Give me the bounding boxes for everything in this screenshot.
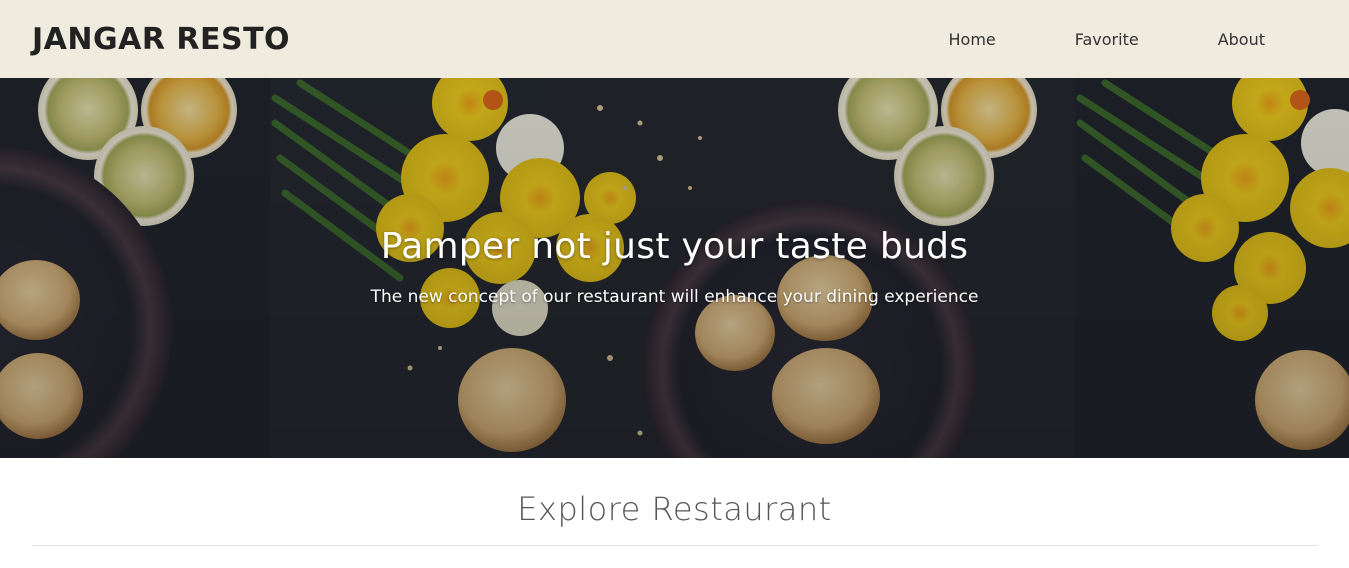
nav-home-link[interactable]: Home <box>949 30 996 49</box>
main-nav: Home Favorite About <box>949 0 1266 78</box>
explore-title: Explore Restaurant <box>517 490 832 528</box>
hero-title: Pamper not just your taste buds <box>380 226 969 267</box>
brand-logo[interactable]: JANGAR RESTO <box>32 22 290 57</box>
nav-about-link[interactable]: About <box>1218 30 1265 49</box>
app-bar: JANGAR RESTO Home Favorite About <box>0 0 1349 78</box>
section-divider <box>32 545 1318 546</box>
hero-subtitle: The new concept of our restaurant will e… <box>370 287 979 307</box>
hero-text: Pamper not just your taste buds The new … <box>0 78 1349 458</box>
nav-favorite-link[interactable]: Favorite <box>1075 30 1139 49</box>
hero-banner: Pamper not just your taste buds The new … <box>0 78 1349 458</box>
